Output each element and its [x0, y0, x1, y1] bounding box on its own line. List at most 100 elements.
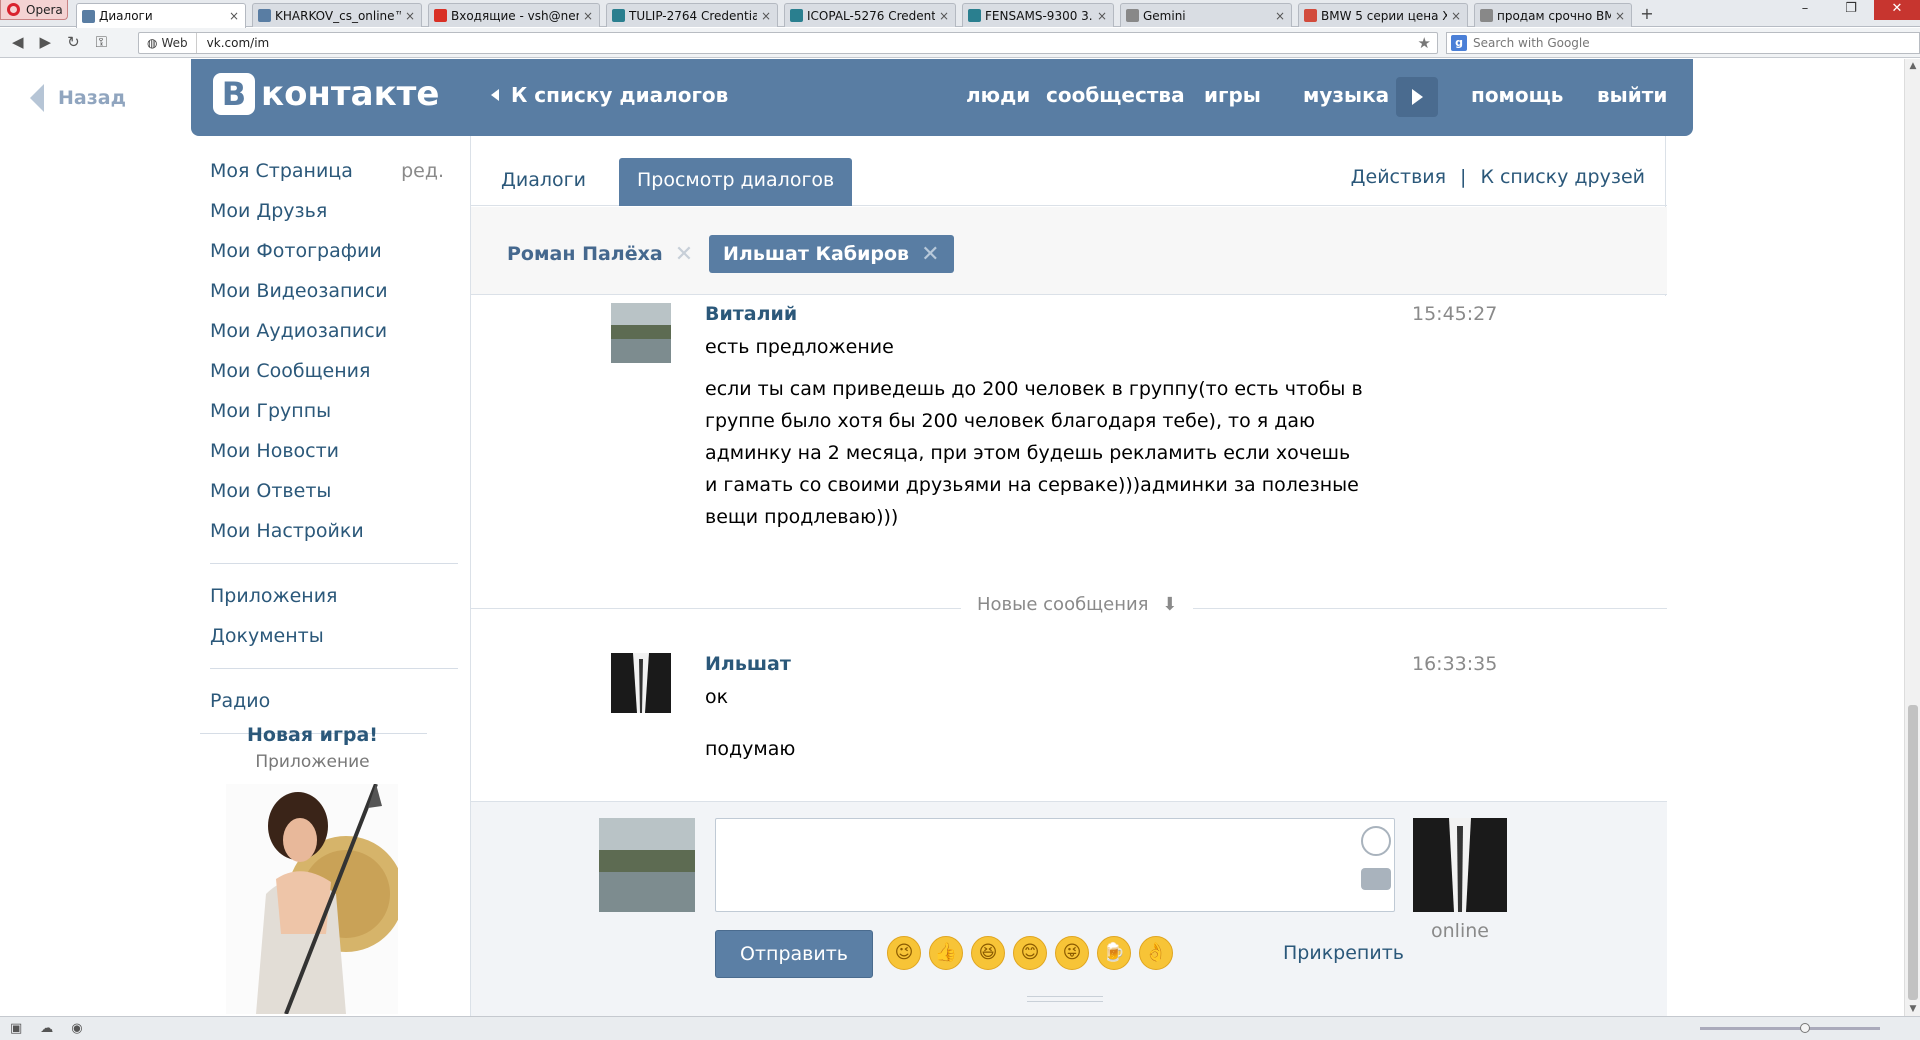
key-icon[interactable]: ⚿ — [96, 33, 107, 51]
resize-handle[interactable] — [1027, 996, 1103, 1002]
friends-list-link[interactable]: К списку друзей — [1480, 166, 1645, 188]
close-tab-icon[interactable]: × — [583, 9, 593, 23]
promo-title[interactable]: Новая игра! — [200, 724, 425, 746]
restore-icon[interactable]: ❐ — [1828, 0, 1874, 20]
wink-emoji-icon[interactable]: 😉 — [887, 936, 921, 970]
side-item-audio[interactable]: Мои Аудиозаписи — [210, 311, 458, 351]
side-item-videos[interactable]: Мои Видеозаписи — [210, 271, 458, 311]
vk-logo[interactable]: В контакте — [213, 73, 439, 115]
minimize-icon[interactable]: – — [1782, 0, 1828, 20]
peer-avatar[interactable] — [1413, 818, 1507, 912]
avatar[interactable] — [611, 653, 671, 713]
message-author[interactable]: Ильшат — [705, 653, 791, 675]
forward-icon[interactable]: ▶ — [40, 33, 52, 51]
url-text[interactable]: vk.com/im — [197, 36, 1418, 50]
tongue-emoji-icon[interactable]: 😜 — [1055, 936, 1089, 970]
side-item-photos[interactable]: Мои Фотографии — [210, 231, 458, 271]
close-window-icon[interactable]: ✕ — [1874, 0, 1920, 20]
reload-icon[interactable]: ↻ — [67, 33, 80, 51]
scroll-down-icon[interactable]: ▼ — [1908, 1004, 1918, 1014]
browser-tab[interactable]: Gemini × — [1120, 3, 1292, 27]
close-tab-icon[interactable]: × — [1615, 9, 1625, 23]
tab-view-dialogs[interactable]: Просмотр диалогов — [619, 158, 853, 206]
actions-link[interactable]: Действия — [1351, 166, 1446, 188]
beer-emoji-icon[interactable]: 🍺 — [1097, 936, 1131, 970]
browser-tab[interactable]: TULIP-2764 Credentials... × — [606, 3, 778, 27]
site-info-chip[interactable]: ◍ Web — [139, 33, 197, 53]
browser-tab[interactable]: ICOPAL-5276 Credenti... × — [784, 3, 956, 27]
side-item-label: Моя Страница — [210, 160, 353, 182]
tab-dialogs[interactable]: Диалоги — [483, 158, 604, 206]
attach-link[interactable]: Прикрепить — [1283, 942, 1404, 964]
page-scrollbar[interactable]: ▲ ▼ — [1904, 59, 1920, 1016]
message-text: есть предложение — [705, 336, 894, 358]
speed-dial-icon[interactable]: ◉ — [71, 1021, 82, 1036]
new-tab-button[interactable]: + — [1636, 5, 1658, 25]
zoom-slider-knob[interactable] — [1800, 1023, 1810, 1033]
address-field[interactable]: ◍ Web vk.com/im ★ — [138, 32, 1438, 54]
side-item-radio[interactable]: Радио — [210, 681, 458, 721]
menu-divider — [210, 668, 458, 669]
back-link[interactable]: Назад — [30, 84, 126, 112]
nav-help[interactable]: помощь — [1471, 83, 1563, 107]
ok-hand-emoji-icon[interactable]: 👌 — [1139, 936, 1173, 970]
side-item-news[interactable]: Мои Новости — [210, 431, 458, 471]
close-tab-icon[interactable]: × — [1275, 9, 1285, 23]
thumbs-up-emoji-icon[interactable]: 👍 — [929, 936, 963, 970]
nav-games[interactable]: игры — [1204, 83, 1261, 107]
peer-tab-ilshat[interactable]: Ильшат Кабиров ✕ — [709, 235, 954, 273]
laugh-emoji-icon[interactable]: 😆 — [971, 936, 1005, 970]
message-history: Виталий 15:45:27 есть предложение если т… — [471, 296, 1667, 801]
avatar[interactable] — [611, 303, 671, 363]
browser-tab[interactable]: продам срочно BMW ... × — [1474, 3, 1632, 27]
cloud-icon[interactable]: ☁ — [40, 1021, 53, 1036]
header-back-to-dialogs[interactable]: К списку диалогов — [491, 83, 728, 107]
side-item-groups[interactable]: Мои Группы — [210, 391, 458, 431]
side-item-documents[interactable]: Документы — [210, 616, 458, 656]
camera-icon[interactable] — [1361, 868, 1391, 890]
nav-people[interactable]: люди — [966, 83, 1030, 107]
message-author[interactable]: Виталий — [705, 303, 797, 325]
close-tab-icon[interactable]: × — [939, 9, 949, 23]
my-avatar[interactable] — [599, 818, 695, 912]
nav-logout[interactable]: выйти — [1597, 83, 1667, 107]
search-field[interactable]: g Search with Google — [1446, 32, 1920, 54]
message-input[interactable] — [715, 818, 1395, 912]
promo-image[interactable] — [226, 784, 398, 1014]
side-item-messages[interactable]: Мои Сообщения — [210, 351, 458, 391]
edit-link[interactable]: ред. — [401, 151, 444, 191]
peer-tab-roman[interactable]: Роман Палёха ✕ — [493, 235, 707, 273]
side-item-answers[interactable]: Мои Ответы — [210, 471, 458, 511]
scrollbar-thumb[interactable] — [1908, 705, 1918, 1000]
bookmark-star-icon[interactable]: ★ — [1418, 34, 1437, 52]
back-icon[interactable]: ◀ — [12, 33, 24, 51]
close-icon[interactable]: ✕ — [921, 242, 939, 267]
close-tab-icon[interactable]: × — [1451, 9, 1461, 23]
smile-icon[interactable] — [1361, 826, 1391, 856]
side-item-friends[interactable]: Мои Друзья — [210, 191, 458, 231]
nav-communities[interactable]: сообщества — [1046, 83, 1185, 107]
browser-tab[interactable]: KHARKOV_cs_online™ × — [252, 3, 422, 27]
scroll-up-icon[interactable]: ▲ — [1908, 61, 1918, 71]
panel-toggle-icon[interactable]: ▣ — [10, 1021, 22, 1036]
browser-tab[interactable]: FENSAMS-9300 3. For... × — [962, 3, 1114, 27]
close-tab-icon[interactable]: × — [761, 9, 771, 23]
zoom-slider[interactable] — [1700, 1023, 1880, 1033]
close-tab-icon[interactable]: × — [405, 9, 415, 23]
nav-music[interactable]: музыка — [1303, 83, 1389, 107]
close-icon[interactable]: ✕ — [675, 242, 693, 267]
close-tab-icon[interactable]: × — [1097, 9, 1107, 23]
side-item-settings[interactable]: Мои Настройки — [210, 511, 458, 551]
side-item-apps[interactable]: Приложения — [210, 576, 458, 616]
opera-menu-button[interactable]: Opera — [0, 0, 68, 20]
browser-tab[interactable]: Входящие - vsh@nem... × — [428, 3, 600, 27]
vk-logo-text: контакте — [261, 74, 440, 114]
music-play-button[interactable] — [1396, 77, 1438, 117]
smile-emoji-icon[interactable]: 😊 — [1013, 936, 1047, 970]
promo-block[interactable]: Новая игра! Приложение — [200, 724, 425, 1014]
send-button[interactable]: Отправить — [715, 930, 873, 978]
close-tab-icon[interactable]: × — [229, 9, 239, 23]
side-item-my-page[interactable]: Моя Страница ред. — [210, 151, 458, 191]
browser-tab[interactable]: Диалоги × — [76, 3, 246, 28]
browser-tab[interactable]: BMW 5 серии цена Ха... × — [1298, 3, 1468, 27]
